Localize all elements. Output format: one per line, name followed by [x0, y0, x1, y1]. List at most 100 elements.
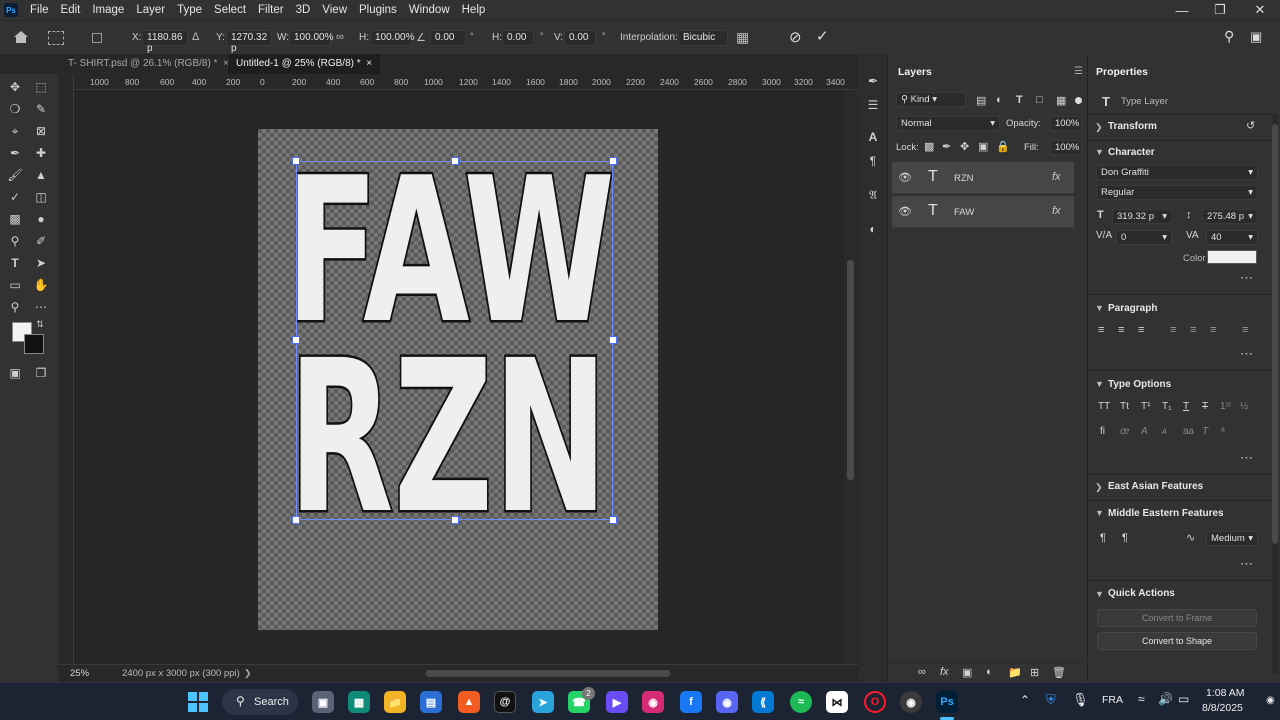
hand-tool-icon[interactable]: ✋	[32, 276, 50, 294]
menu-window[interactable]: Window	[403, 0, 456, 20]
workspace-icon[interactable]: ▣	[1250, 29, 1262, 45]
discord-icon[interactable]: ◉	[716, 691, 738, 713]
glyphs-icon[interactable]: 𝔄	[864, 186, 882, 204]
warp-icon[interactable]: ▦	[736, 29, 749, 46]
properties-scroll-thumb[interactable]	[1272, 124, 1278, 544]
character-section[interactable]: Character	[1108, 147, 1155, 158]
new-layer-icon[interactable]: ⊞	[1030, 666, 1039, 679]
healing-tool-icon[interactable]: ✚	[32, 144, 50, 162]
rtl-paragraph-icon[interactable]: ¶	[1100, 532, 1106, 544]
widgets-icon[interactable]: ▦	[348, 691, 370, 713]
windows-start-icon[interactable]	[188, 692, 208, 712]
path-select-tool-icon[interactable]: ➤	[32, 254, 50, 272]
transform-handle[interactable]	[609, 336, 617, 344]
fractions-icon[interactable]: ½	[1240, 401, 1248, 412]
filter-type-icon[interactable]: T	[1016, 94, 1023, 106]
taskbar-search[interactable]: ⚲ Search	[222, 689, 298, 715]
align-right-icon[interactable]: ≡	[1138, 324, 1144, 336]
telegram-icon[interactable]: ➤	[532, 691, 554, 713]
tab-tshirt[interactable]: T- SHIRT.psd @ 26.1% (RGB/8) * ×	[60, 54, 237, 74]
lock-all-icon[interactable]: 🔒	[996, 140, 1010, 153]
chevron-right-icon[interactable]: ❯	[1095, 482, 1103, 493]
filter-smart-object-icon[interactable]: ▦	[1056, 94, 1066, 107]
capcut-icon[interactable]: ⋈	[826, 691, 848, 713]
superscript-icon[interactable]: T¹	[1141, 401, 1150, 412]
adjustments-icon[interactable]: ☰	[864, 96, 882, 114]
menu-file[interactable]: File	[24, 0, 55, 20]
volume-icon[interactable]: 🔊	[1158, 692, 1173, 706]
photoshop-taskbar-icon[interactable]: Ps	[936, 691, 958, 713]
screen-mode-icon[interactable]: ❐	[32, 364, 50, 382]
kashida-select[interactable]: Medium ▾	[1206, 531, 1258, 546]
font-size-field[interactable]: 319.32 p ▾	[1112, 209, 1172, 224]
instagram-icon[interactable]: ◉	[642, 691, 664, 713]
y-field[interactable]: 1270.32 p	[226, 30, 272, 54]
tracking-field[interactable]: 40 ▾	[1206, 230, 1258, 245]
layer-filter-select[interactable]: ⚲ Kind ▾	[896, 92, 966, 107]
transform-handle[interactable]	[292, 336, 300, 344]
vertical-scroll-thumb[interactable]	[847, 260, 854, 480]
microphone-icon[interactable]: 🎙	[1072, 692, 1089, 708]
paragraph-panel-icon[interactable]: ¶	[864, 152, 882, 170]
hskew-field[interactable]: 0.00	[502, 30, 534, 46]
old-style-icon[interactable]: œ	[1120, 426, 1129, 437]
delete-layer-icon[interactable]: 🗑	[1052, 666, 1066, 679]
threads-icon[interactable]: @	[494, 691, 516, 713]
swash-icon[interactable]: A	[1141, 426, 1148, 437]
strikethrough-icon[interactable]: T	[1202, 401, 1208, 412]
menu-image[interactable]: Image	[86, 0, 130, 20]
swap-colors-icon[interactable]: ⇅	[34, 318, 46, 330]
brush-settings-icon[interactable]: ✒	[864, 72, 882, 90]
lock-position-icon[interactable]: ✥	[960, 140, 969, 153]
zoom-tool-icon[interactable]: ⚲	[6, 298, 24, 316]
cancel-transform-icon[interactable]: ⊘	[789, 28, 802, 46]
layer-effects-icon[interactable]: fx	[1052, 171, 1061, 183]
new-group-icon[interactable]: 📁	[1008, 666, 1022, 679]
menu-select[interactable]: Select	[208, 0, 252, 20]
reference-point-toggle[interactable]	[92, 33, 102, 43]
restore-icon[interactable]: ❐	[1200, 0, 1240, 20]
adjustment-layer-icon[interactable]: ◐	[986, 666, 993, 678]
microsoft-store-icon[interactable]: ▤	[420, 691, 442, 713]
clock-date[interactable]: 8/8/2025	[1202, 702, 1243, 714]
language-indicator[interactable]: FRA	[1102, 694, 1123, 706]
subscript-icon[interactable]: T₁	[1162, 401, 1171, 412]
ligatures-icon[interactable]: fi	[1100, 426, 1105, 437]
file-explorer-icon[interactable]: 📁	[384, 691, 406, 713]
brave-browser-icon[interactable]: ▲	[458, 691, 480, 713]
height-field[interactable]: 100.00%	[370, 30, 414, 46]
home-icon[interactable]	[12, 29, 30, 45]
link-icon[interactable]: ∞	[336, 31, 344, 43]
brush-tool-icon[interactable]: 🖌	[6, 166, 24, 184]
crop-tool-icon[interactable]: ⌖	[6, 122, 24, 140]
layer-name[interactable]: RZN	[954, 173, 974, 184]
marquee-tool-icon[interactable]: ⬚	[32, 78, 50, 96]
justify-right-icon[interactable]: ≡	[1210, 324, 1216, 336]
more-options-icon[interactable]: ⋯	[1240, 270, 1254, 286]
facebook-icon[interactable]: f	[680, 691, 702, 713]
add-style-icon[interactable]: fx	[940, 666, 949, 678]
minimize-icon[interactable]: —	[1162, 0, 1202, 20]
delta-icon[interactable]: Δ	[192, 31, 199, 43]
horizontal-scroll-thumb[interactable]	[426, 670, 670, 677]
transform-handle[interactable]	[451, 516, 459, 524]
menu-plugins[interactable]: Plugins	[353, 0, 403, 20]
quick-select-tool-icon[interactable]: ✎	[32, 100, 50, 118]
filter-shape-icon[interactable]: □	[1036, 94, 1043, 106]
font-style-select[interactable]: Regular ▾	[1096, 185, 1258, 200]
chevron-down-icon[interactable]: ▼	[1095, 589, 1104, 599]
x-field[interactable]: 1180.86 p	[142, 30, 188, 54]
convert-to-shape-button[interactable]: Convert to Shape	[1097, 632, 1257, 650]
chevron-down-icon[interactable]: ▼	[1095, 303, 1104, 313]
justify-center-icon[interactable]: ≡	[1190, 324, 1196, 336]
lock-transparent-icon[interactable]: ▩	[924, 140, 934, 153]
quick-mask-icon[interactable]: ▣	[6, 364, 24, 382]
justify-all-icon[interactable]: ≡	[1242, 324, 1248, 336]
frame-tool-icon[interactable]: ⊠	[32, 122, 50, 140]
type-options-section[interactable]: Type Options	[1108, 379, 1171, 390]
quick-actions-section[interactable]: Quick Actions	[1108, 588, 1175, 599]
menu-layer[interactable]: Layer	[130, 0, 171, 20]
spotify-icon[interactable]: ≈	[790, 691, 812, 713]
lock-pixels-icon[interactable]: ✒	[942, 140, 951, 153]
panel-menu-icon[interactable]: ☰	[1074, 66, 1083, 77]
